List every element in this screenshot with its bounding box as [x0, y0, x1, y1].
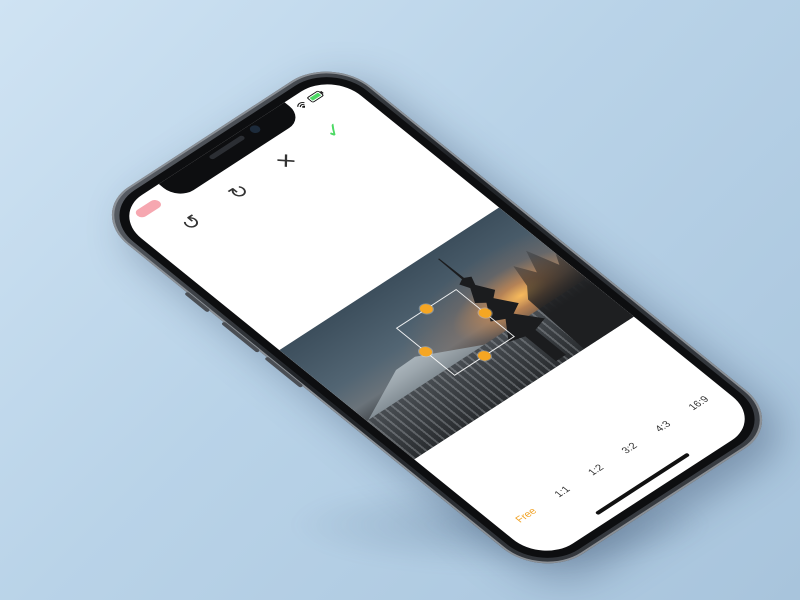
- battery-icon: [306, 89, 328, 104]
- crop-handle-top[interactable]: [417, 302, 436, 316]
- ratio-1-1[interactable]: 1:1: [552, 484, 573, 499]
- checkmark-icon: ✓: [318, 118, 351, 143]
- mockup-stage: ↺ ↻ ✕ ✓ Free 1:1 1:2 3:2 4:3 16:9: [0, 0, 800, 600]
- rotate-left-button[interactable]: ↺: [165, 203, 218, 242]
- rotate-right-icon: ↻: [223, 180, 256, 204]
- ratio-3-2[interactable]: 3:2: [619, 441, 640, 456]
- ratio-free[interactable]: Free: [513, 506, 539, 524]
- rotate-right-button[interactable]: ↻: [212, 172, 265, 211]
- wifi-icon: [294, 100, 311, 112]
- status-icons: [294, 89, 327, 112]
- ratio-1-2[interactable]: 1:2: [586, 463, 607, 478]
- cancel-button[interactable]: ✕: [260, 142, 313, 181]
- ratio-16-9[interactable]: 16:9: [686, 394, 711, 412]
- rotate-left-icon: ↺: [175, 210, 208, 235]
- front-camera: [247, 123, 263, 135]
- ratio-4-3[interactable]: 4:3: [653, 419, 674, 434]
- recording-indicator: [133, 198, 164, 220]
- close-icon: ✕: [270, 149, 303, 174]
- done-button[interactable]: ✓: [307, 111, 360, 150]
- photo-canvas[interactable]: [279, 207, 634, 460]
